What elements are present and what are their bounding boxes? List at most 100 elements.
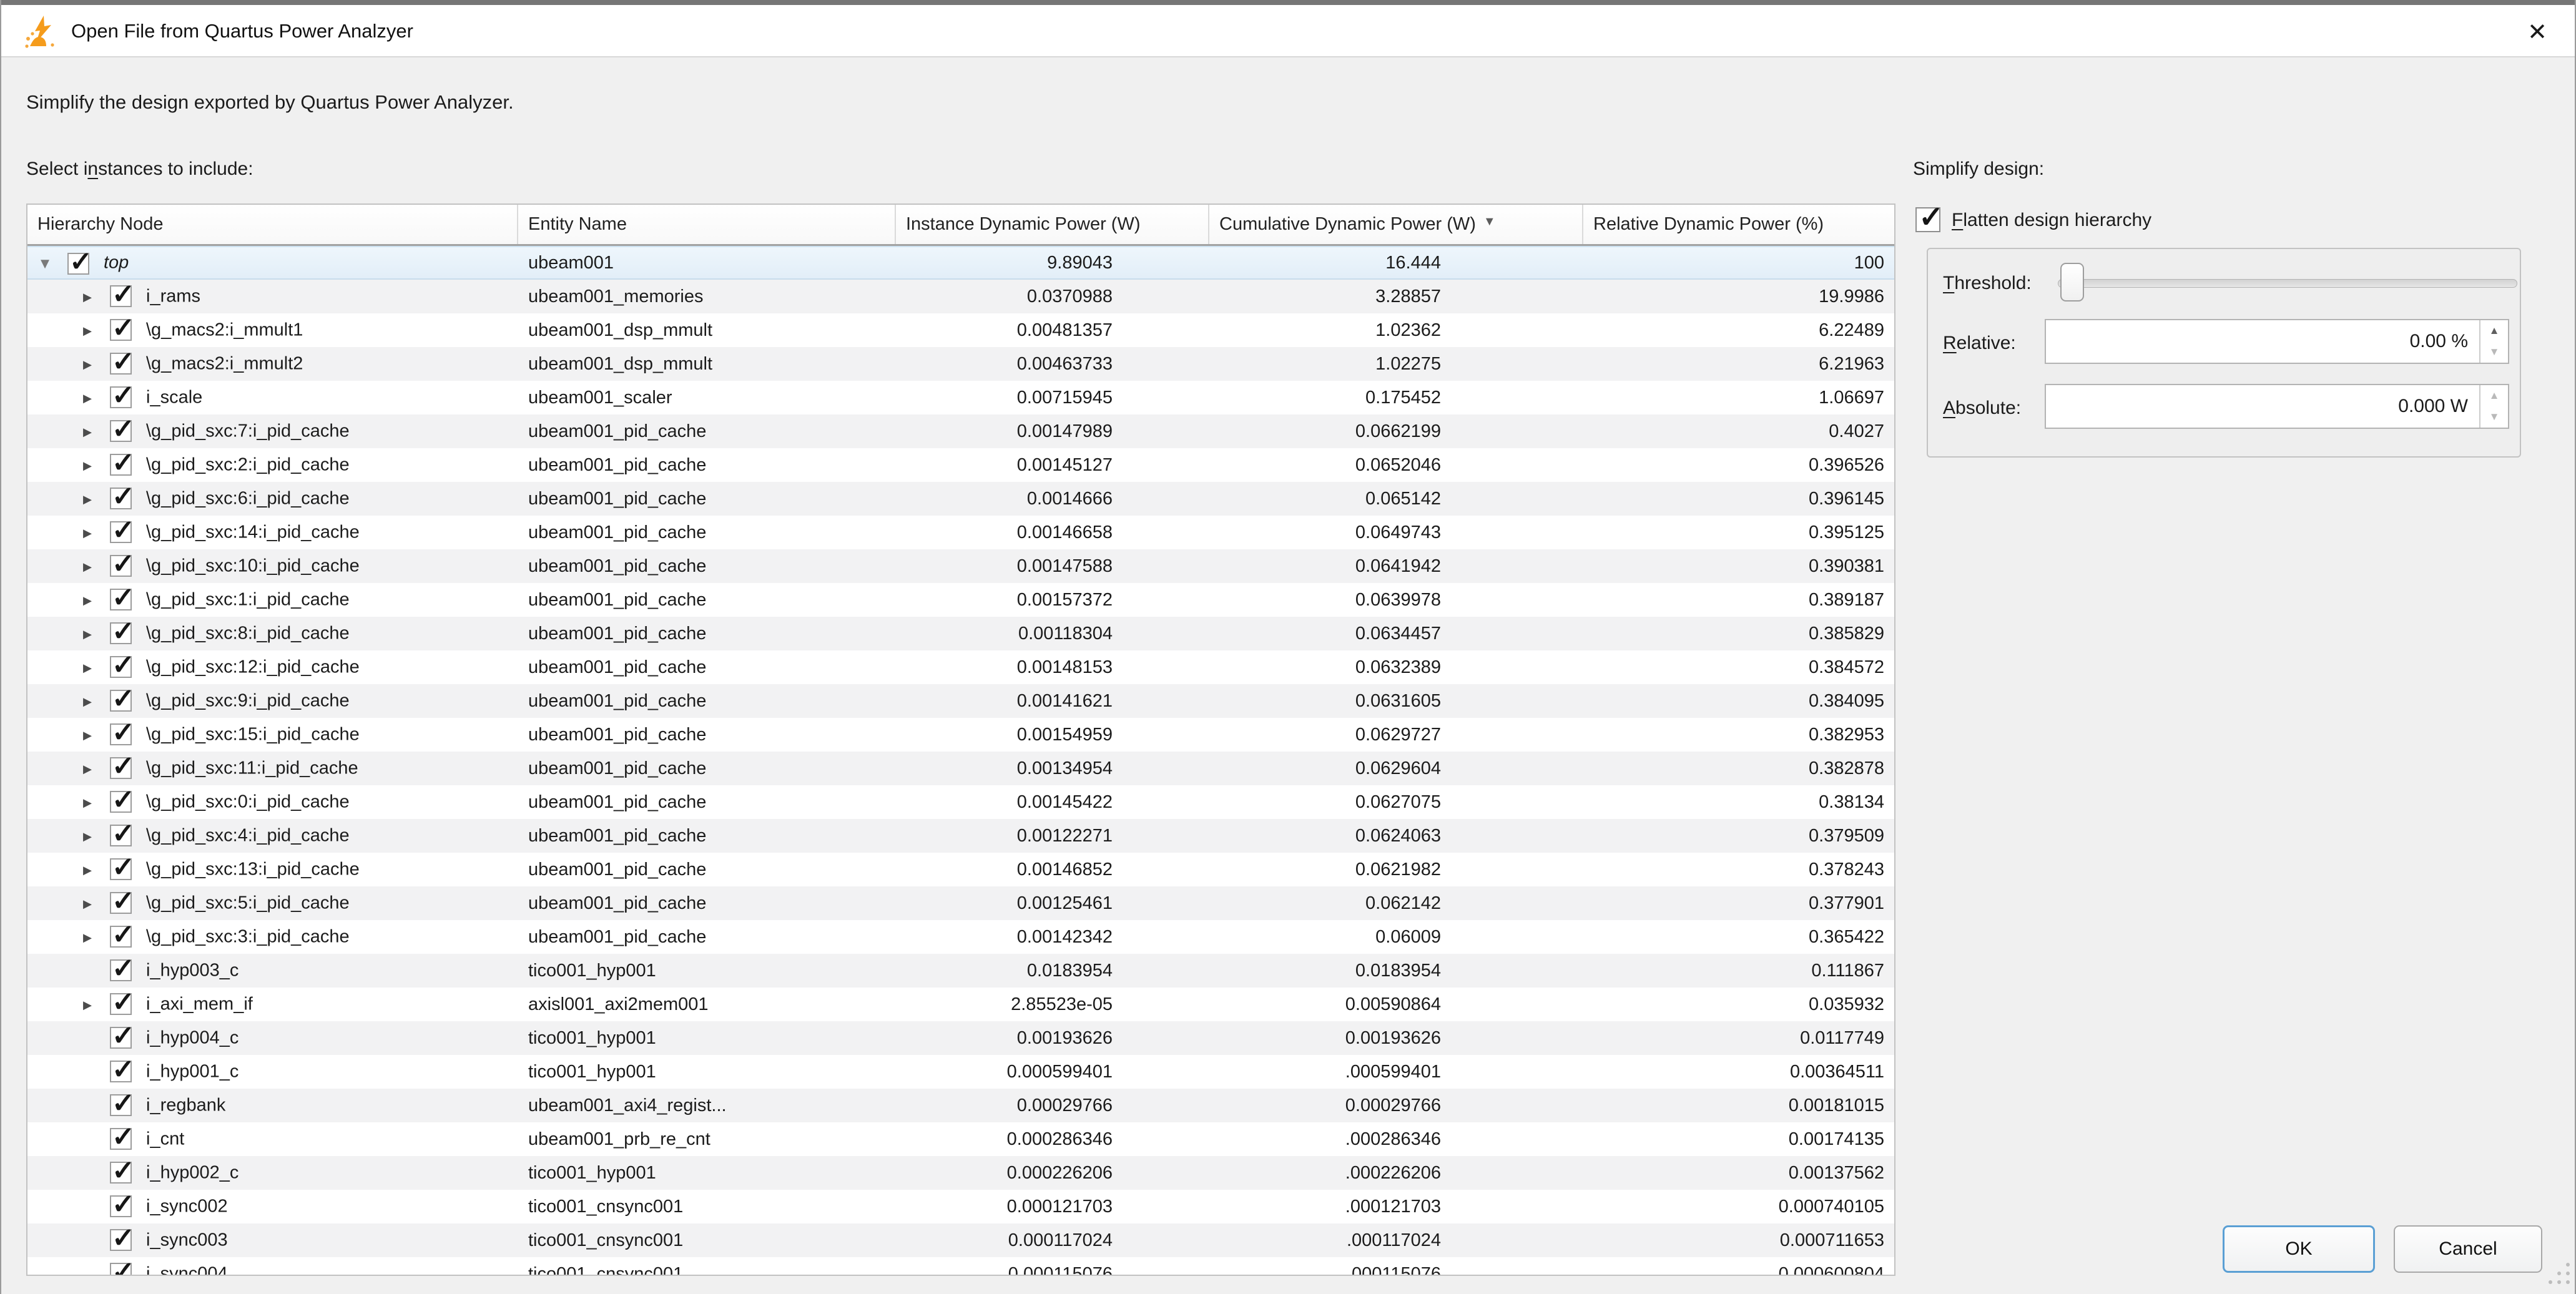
row-checkbox[interactable]: ✓ bbox=[110, 319, 132, 341]
row-checkbox[interactable]: ✓ bbox=[110, 858, 132, 880]
expand-arrow-icon[interactable]: ▸ bbox=[75, 826, 100, 846]
table-row[interactable]: ▸ ✓ \g_pid_sxc:1:i_pid_cache ubeam001_pi… bbox=[27, 583, 1894, 617]
threshold-slider-groove[interactable] bbox=[2058, 279, 2517, 288]
threshold-slider-handle[interactable] bbox=[2060, 263, 2084, 301]
table-row[interactable]: ▸ ✓ i_scale ubeam001_scaler 0.00715945 0… bbox=[27, 381, 1894, 414]
expand-arrow-icon[interactable]: ▸ bbox=[75, 320, 100, 341]
row-checkbox[interactable]: ✓ bbox=[110, 285, 132, 307]
row-checkbox[interactable]: ✓ bbox=[110, 757, 132, 779]
table-row[interactable]: ▸ ✓ \g_pid_sxc:6:i_pid_cache ubeam001_pi… bbox=[27, 482, 1894, 516]
row-checkbox[interactable]: ✓ bbox=[110, 656, 132, 678]
spin-down-icon[interactable]: ▼ bbox=[2480, 406, 2508, 428]
row-checkbox[interactable]: ✓ bbox=[110, 521, 132, 543]
row-checkbox[interactable]: ✓ bbox=[110, 1263, 132, 1276]
table-row[interactable]: ▸ ✓ i_rams ubeam001_memories 0.0370988 3… bbox=[27, 280, 1894, 313]
row-checkbox[interactable]: ✓ bbox=[110, 1195, 132, 1217]
expand-arrow-icon[interactable]: ▸ bbox=[75, 287, 100, 307]
resize-grip[interactable] bbox=[2544, 1262, 2571, 1289]
expand-arrow-icon[interactable]: ▸ bbox=[75, 691, 100, 712]
expand-arrow-icon[interactable]: ▸ bbox=[75, 624, 100, 644]
table-row[interactable]: ▸ ✓ \g_pid_sxc:7:i_pid_cache ubeam001_pi… bbox=[27, 414, 1894, 448]
row-checkbox[interactable]: ✓ bbox=[110, 1229, 132, 1251]
expand-arrow-icon[interactable]: ▾ bbox=[32, 253, 57, 273]
expand-arrow-icon[interactable]: ▸ bbox=[75, 893, 100, 914]
row-checkbox[interactable]: ✓ bbox=[110, 386, 132, 408]
row-checkbox[interactable]: ✓ bbox=[110, 791, 132, 813]
table-row[interactable]: ✓ i_regbank ubeam001_axi4_regist... 0.00… bbox=[27, 1089, 1894, 1122]
row-checkbox[interactable]: ✓ bbox=[110, 1128, 132, 1150]
expand-arrow-icon[interactable]: ▸ bbox=[75, 522, 100, 543]
expand-arrow-icon[interactable]: ▸ bbox=[75, 758, 100, 779]
table-row[interactable]: ✓ i_hyp001_c tico001_hyp001 0.000599401 … bbox=[27, 1055, 1894, 1089]
row-checkbox[interactable]: ✓ bbox=[110, 555, 132, 577]
expand-arrow-icon[interactable]: ▸ bbox=[75, 860, 100, 880]
table-row[interactable]: ✓ i_hyp003_c tico001_hyp001 0.0183954 0.… bbox=[27, 954, 1894, 988]
table-row[interactable]: ▸ ✓ \g_pid_sxc:13:i_pid_cache ubeam001_p… bbox=[27, 853, 1894, 886]
expand-arrow-icon[interactable]: ▸ bbox=[75, 556, 100, 577]
expand-arrow-icon[interactable]: ▸ bbox=[75, 354, 100, 375]
table-row[interactable]: ▸ ✓ \g_pid_sxc:0:i_pid_cache ubeam001_pi… bbox=[27, 785, 1894, 819]
table-row[interactable]: ✓ i_sync002 tico001_cnsync001 0.00012170… bbox=[27, 1190, 1894, 1223]
column-header-cumulative-dynamic-power[interactable]: Cumulative Dynamic Power (W)▼ bbox=[1209, 205, 1583, 244]
table-row[interactable]: ▸ ✓ \g_pid_sxc:9:i_pid_cache ubeam001_pi… bbox=[27, 684, 1894, 718]
expand-arrow-icon[interactable]: ▸ bbox=[75, 489, 100, 509]
row-checkbox[interactable]: ✓ bbox=[110, 488, 132, 509]
table-row[interactable]: ✓ i_hyp002_c tico001_hyp001 0.000226206 … bbox=[27, 1156, 1894, 1190]
table-row[interactable]: ▸ ✓ \g_pid_sxc:8:i_pid_cache ubeam001_pi… bbox=[27, 617, 1894, 650]
column-header-hierarchy-node[interactable]: Hierarchy Node bbox=[27, 205, 518, 244]
flatten-design-checkbox[interactable]: ✓ bbox=[1915, 207, 1940, 232]
row-checkbox[interactable]: ✓ bbox=[110, 1162, 132, 1184]
row-checkbox[interactable]: ✓ bbox=[110, 622, 132, 644]
row-checkbox[interactable]: ✓ bbox=[110, 926, 132, 948]
row-checkbox[interactable]: ✓ bbox=[110, 993, 132, 1015]
table-row[interactable]: ✓ i_sync004 tico001_cnsync001 0.00011507… bbox=[27, 1257, 1894, 1276]
row-checkbox[interactable]: ✓ bbox=[110, 825, 132, 846]
table-row[interactable]: ▸ ✓ \g_pid_sxc:3:i_pid_cache ubeam001_pi… bbox=[27, 920, 1894, 954]
table-row[interactable]: ▸ ✓ \g_macs2:i_mmult1 ubeam001_dsp_mmult… bbox=[27, 313, 1894, 347]
ok-button[interactable]: OK bbox=[2223, 1225, 2375, 1273]
expand-arrow-icon[interactable]: ▸ bbox=[75, 421, 100, 442]
expand-arrow-icon[interactable]: ▸ bbox=[75, 927, 100, 948]
table-row[interactable]: ▸ ✓ \g_pid_sxc:5:i_pid_cache ubeam001_pi… bbox=[27, 886, 1894, 920]
row-checkbox[interactable]: ✓ bbox=[110, 420, 132, 442]
relative-threshold-input[interactable] bbox=[2046, 320, 2479, 363]
absolute-threshold-input[interactable] bbox=[2046, 385, 2479, 428]
title-bar[interactable]: Open File from Quartus Power Analzyer ✕ bbox=[1, 5, 2576, 57]
spin-up-icon[interactable]: ▲ bbox=[2480, 385, 2508, 406]
row-checkbox[interactable]: ✓ bbox=[110, 690, 132, 712]
row-checkbox[interactable]: ✓ bbox=[67, 253, 89, 275]
row-checkbox[interactable]: ✓ bbox=[110, 892, 132, 914]
row-checkbox[interactable]: ✓ bbox=[110, 1027, 132, 1049]
table-row[interactable]: ▸ ✓ \g_pid_sxc:2:i_pid_cache ubeam001_pi… bbox=[27, 448, 1894, 482]
table-row[interactable]: ▸ ✓ \g_pid_sxc:15:i_pid_cache ubeam001_p… bbox=[27, 718, 1894, 752]
expand-arrow-icon[interactable]: ▸ bbox=[75, 455, 100, 476]
row-checkbox[interactable]: ✓ bbox=[110, 1094, 132, 1116]
expand-arrow-icon[interactable]: ▸ bbox=[75, 388, 100, 408]
row-checkbox[interactable]: ✓ bbox=[110, 589, 132, 610]
table-row[interactable]: ✓ i_hyp004_c tico001_hyp001 0.00193626 0… bbox=[27, 1021, 1894, 1055]
table-row[interactable]: ▸ ✓ \g_pid_sxc:10:i_pid_cache ubeam001_p… bbox=[27, 549, 1894, 583]
row-checkbox[interactable]: ✓ bbox=[110, 353, 132, 375]
spin-up-icon[interactable]: ▲ bbox=[2480, 320, 2508, 341]
row-checkbox[interactable]: ✓ bbox=[110, 454, 132, 476]
row-checkbox[interactable]: ✓ bbox=[110, 959, 132, 981]
column-header-entity-name[interactable]: Entity Name bbox=[518, 205, 896, 244]
column-header-instance-dynamic-power[interactable]: Instance Dynamic Power (W) bbox=[896, 205, 1209, 244]
table-row[interactable]: ▸ ✓ \g_macs2:i_mmult2 ubeam001_dsp_mmult… bbox=[27, 347, 1894, 381]
table-row[interactable]: ▸ ✓ \g_pid_sxc:14:i_pid_cache ubeam001_p… bbox=[27, 516, 1894, 549]
row-checkbox[interactable]: ✓ bbox=[110, 1061, 132, 1082]
table-row[interactable]: ▸ ✓ \g_pid_sxc:11:i_pid_cache ubeam001_p… bbox=[27, 752, 1894, 785]
table-row[interactable]: ✓ i_cnt ubeam001_prb_re_cnt 0.000286346 … bbox=[27, 1122, 1894, 1156]
close-button[interactable]: ✕ bbox=[2521, 16, 2554, 49]
table-row[interactable]: ▸ ✓ i_axi_mem_if axisl001_axi2mem001 2.8… bbox=[27, 988, 1894, 1021]
table-row[interactable]: ▸ ✓ \g_pid_sxc:4:i_pid_cache ubeam001_pi… bbox=[27, 819, 1894, 853]
expand-arrow-icon[interactable]: ▸ bbox=[75, 590, 100, 610]
expand-arrow-icon[interactable]: ▸ bbox=[75, 994, 100, 1015]
column-header-relative-dynamic-power[interactable]: Relative Dynamic Power (%) bbox=[1583, 205, 1894, 244]
spin-down-icon[interactable]: ▼ bbox=[2480, 341, 2508, 363]
expand-arrow-icon[interactable]: ▸ bbox=[75, 725, 100, 745]
cancel-button[interactable]: Cancel bbox=[2394, 1225, 2542, 1273]
expand-arrow-icon[interactable]: ▸ bbox=[75, 792, 100, 813]
expand-arrow-icon[interactable]: ▸ bbox=[75, 657, 100, 678]
table-row[interactable]: ▸ ✓ \g_pid_sxc:12:i_pid_cache ubeam001_p… bbox=[27, 650, 1894, 684]
